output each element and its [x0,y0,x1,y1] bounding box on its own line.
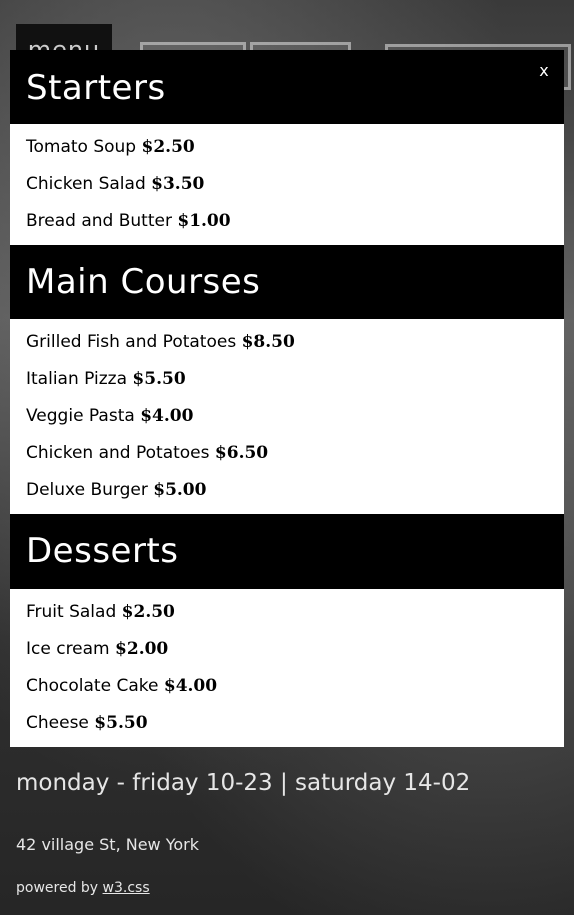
item-price: $6.50 [214,443,269,463]
section-list-desserts: Fruit Salad $2.50 Ice cream $2.00 Chocol… [10,589,564,747]
w3css-link[interactable]: w3.css [103,880,150,896]
item-name: Ice cream [26,639,110,659]
item-price: $4.00 [140,406,194,426]
item-name: Fruit Salad [26,602,117,622]
menu-item: Deluxe Burger $5.00 [26,472,548,509]
powered-by-label: powered by [16,880,99,896]
opening-hours: monday - friday 10-23 | saturday 14-02 [16,770,471,796]
menu-modal: x Starters Tomato Soup $2.50 Chicken Sal… [10,50,564,747]
menu-item: Fruit Salad $2.50 [26,594,548,631]
item-name: Bread and Butter [26,211,172,231]
item-price: $4.00 [163,676,218,696]
section-header-main-courses: Main Courses [10,245,564,319]
item-price: $1.00 [177,211,231,231]
section-header-desserts: Desserts [10,514,564,589]
item-name: Deluxe Burger [26,480,148,500]
menu-item: Chicken and Potatoes $6.50 [26,435,548,472]
item-price: $3.50 [151,174,205,194]
item-price: $2.00 [115,639,169,659]
address: 42 village St, New York [16,835,200,854]
section-list-starters: Tomato Soup $2.50 Chicken Salad $3.50 Br… [10,124,564,245]
menu-item: Tomato Soup $2.50 [26,129,548,166]
item-name: Chicken and Potatoes [26,443,210,463]
section-header-starters: Starters [10,50,564,124]
item-name: Chicken Salad [26,174,146,194]
item-name: Tomato Soup [26,137,137,157]
item-price: $2.50 [141,137,195,157]
item-name: Grilled Fish and Potatoes [26,332,237,352]
section-title: Starters [26,68,166,108]
close-button[interactable]: x [534,61,554,80]
item-name: Chocolate Cake [26,676,159,696]
section-title: Desserts [26,531,179,571]
menu-item: Ice cream $2.00 [26,631,548,668]
menu-item: Chicken Salad $3.50 [26,166,548,203]
item-price: $8.50 [241,332,295,352]
item-price: $5.50 [132,369,186,389]
item-price: $5.50 [94,713,148,733]
menu-item: Bread and Butter $1.00 [26,203,548,240]
menu-item: Italian Pizza $5.50 [26,361,548,398]
menu-item: Grilled Fish and Potatoes $8.50 [26,324,548,361]
section-title: Main Courses [26,262,261,302]
menu-item: Chocolate Cake $4.00 [26,668,548,705]
menu-item: Cheese $5.50 [26,705,548,742]
item-name: Italian Pizza [26,369,128,389]
item-price: $2.50 [121,602,175,622]
item-name: Veggie Pasta [26,406,135,426]
item-price: $5.00 [153,480,207,500]
powered-by: powered by w3.css [16,880,150,896]
item-name: Cheese [26,713,89,733]
menu-item: Veggie Pasta $4.00 [26,398,548,435]
section-list-main-courses: Grilled Fish and Potatoes $8.50 Italian … [10,319,564,514]
